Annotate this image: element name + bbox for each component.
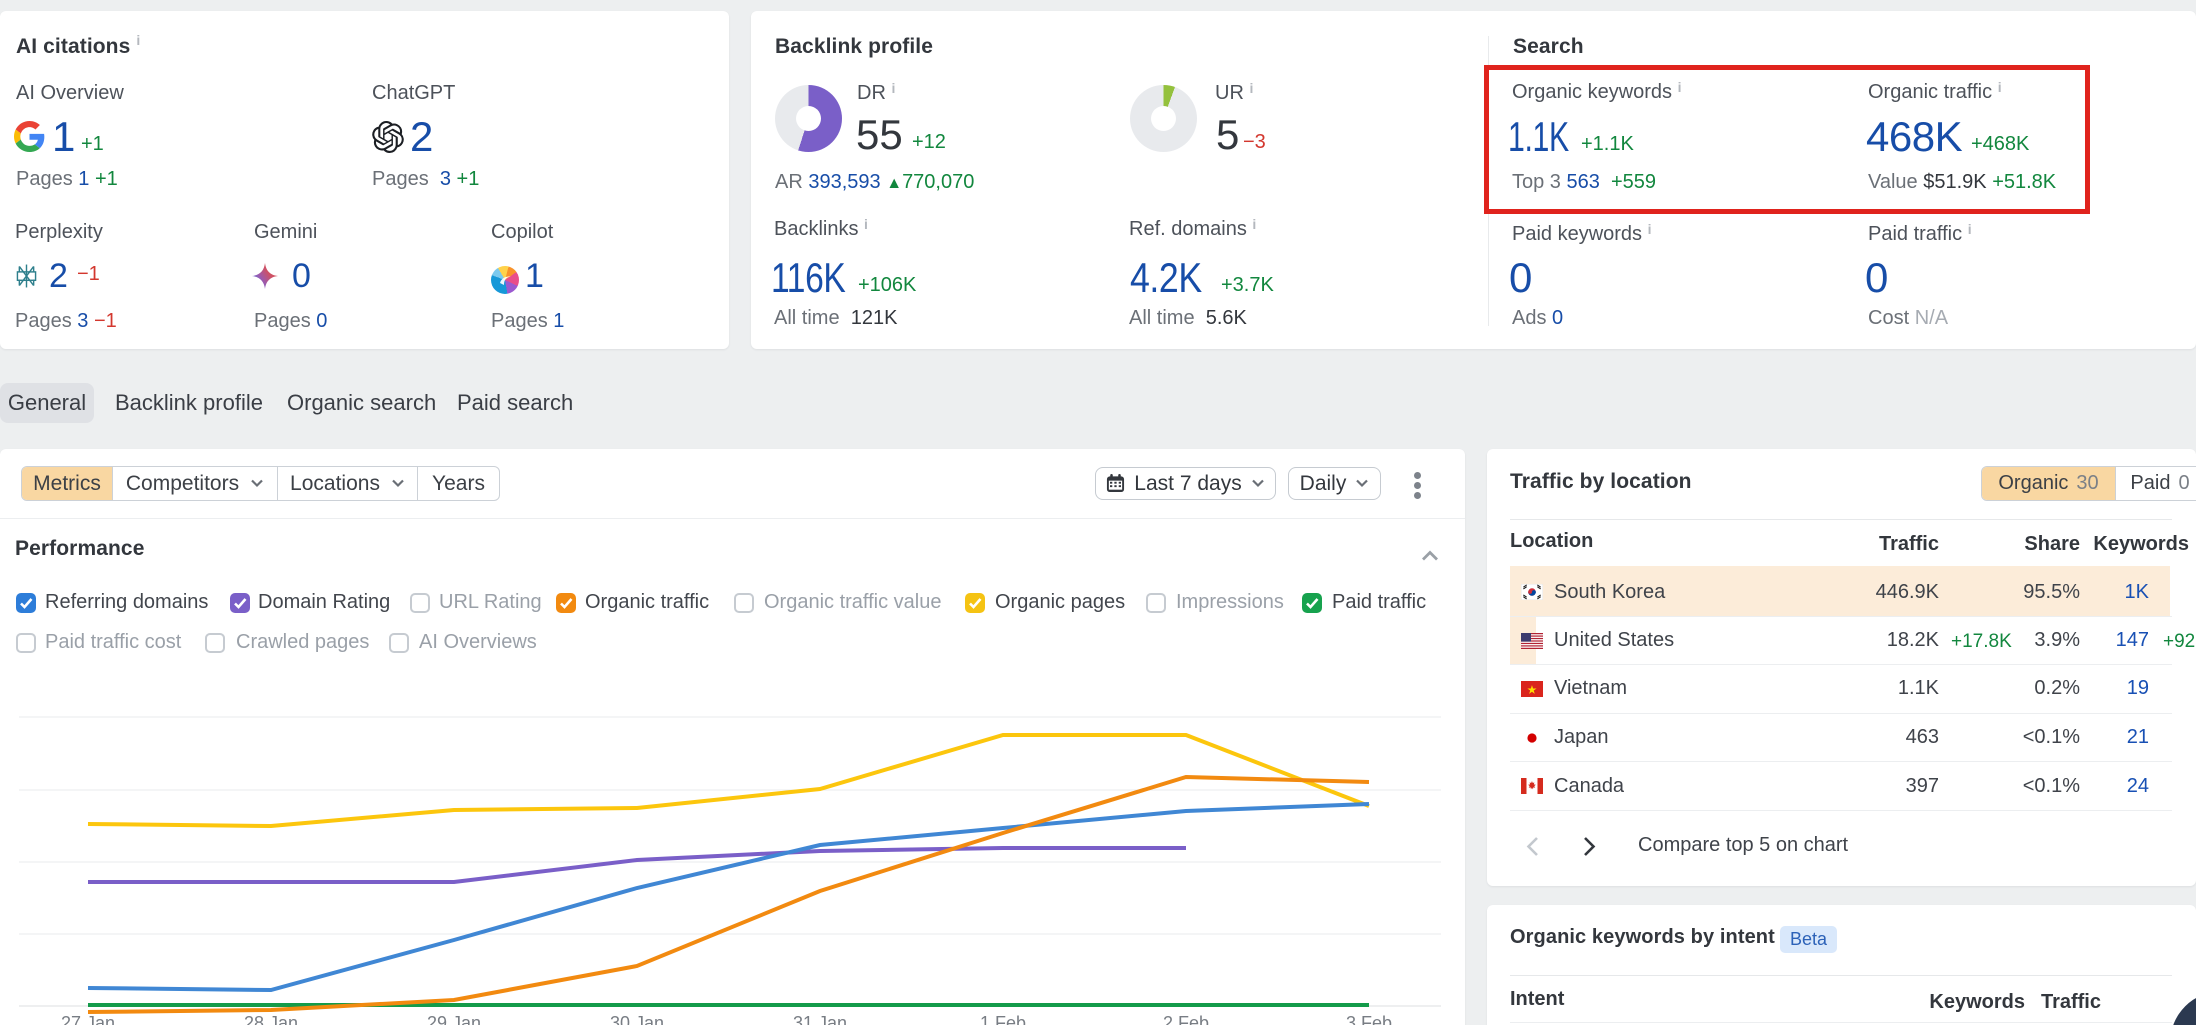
svg-text:29 Jan: 29 Jan xyxy=(427,1013,481,1025)
svg-text:30 Jan: 30 Jan xyxy=(610,1013,664,1025)
svg-text:28 Jan: 28 Jan xyxy=(244,1013,298,1025)
svg-text:1 Feb: 1 Feb xyxy=(980,1013,1026,1025)
svg-text:3 Feb: 3 Feb xyxy=(1346,1013,1392,1025)
svg-text:31 Jan: 31 Jan xyxy=(793,1013,847,1025)
svg-text:27 Jan: 27 Jan xyxy=(61,1013,115,1025)
svg-text:2 Feb: 2 Feb xyxy=(1163,1013,1209,1025)
